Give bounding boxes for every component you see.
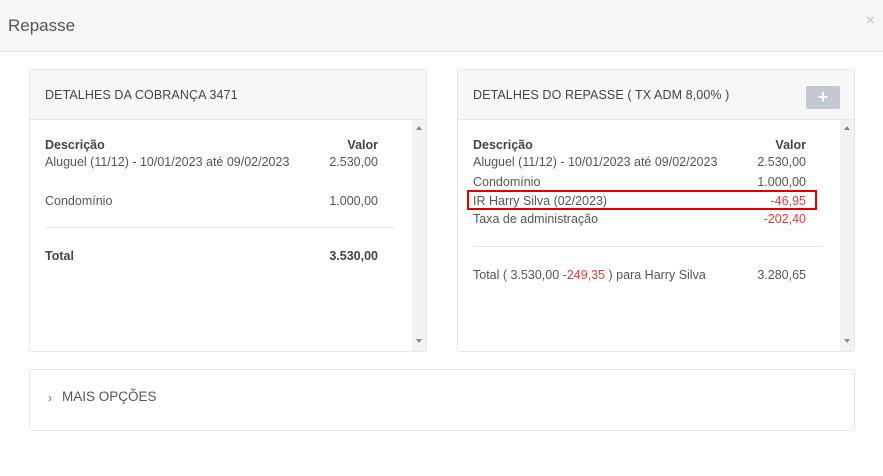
repasse-total-value: 3.280,65 — [757, 268, 806, 282]
cobranca-total-label: Total — [45, 249, 74, 263]
repasse-panel: DETALHES DO REPASSE ( TX ADM 8,00% ) + D… — [457, 69, 855, 352]
scroll-up-icon[interactable] — [416, 126, 422, 130]
col-header-valor: Valor — [347, 138, 378, 152]
repasse-total-suffix: ) para Harry Silva — [605, 268, 706, 282]
scroll-down-icon[interactable] — [844, 339, 850, 343]
repasse-divider — [473, 246, 823, 247]
col-header-descricao: Descrição — [45, 138, 105, 152]
col-header-valor: Valor — [775, 138, 806, 152]
repasse-row-valor: 1.000,00 — [757, 175, 806, 189]
repasse-panel-header: DETALHES DO REPASSE ( TX ADM 8,00% ) + — [458, 70, 854, 120]
modal-header: Repasse × — [0, 0, 883, 52]
repasse-panel-title: DETALHES DO REPASSE ( TX ADM 8,00% ) — [473, 88, 730, 102]
mais-opcoes-panel[interactable]: › MAIS OPÇÕES — [29, 369, 855, 431]
repasse-scrollbar[interactable] — [840, 120, 854, 351]
add-button[interactable]: + — [806, 86, 840, 109]
close-icon[interactable]: × — [866, 12, 875, 30]
repasse-row-desc-taxa: Taxa de administração — [473, 212, 599, 226]
mais-opcoes-label[interactable]: MAIS OPÇÕES — [62, 389, 157, 404]
repasse-total-discount: -249,35 — [562, 268, 606, 282]
cobranca-row-desc: Aluguel (11/12) - 10/01/2023 até 09/02/2… — [45, 155, 290, 169]
cobranca-total-value: 3.530,00 — [329, 249, 378, 263]
cobranca-panel: DETALHES DA COBRANÇA 3471 Descrição Valo… — [29, 69, 427, 352]
repasse-total-label: Total ( 3.530,00 -249,35 ) para Harry Si… — [473, 268, 706, 282]
scroll-down-icon[interactable] — [416, 339, 422, 343]
cobranca-row-valor: 1.000,00 — [329, 194, 378, 208]
highlight-box-ir-row — [467, 190, 817, 210]
repasse-row-valor: 2.530,00 — [757, 155, 806, 169]
modal-title: Repasse — [8, 16, 76, 35]
chevron-right-icon: › — [48, 391, 52, 405]
scroll-up-icon[interactable] — [844, 126, 850, 130]
repasse-row-desc: Aluguel (11/12) - 10/01/2023 até 09/02/2… — [473, 155, 718, 169]
col-header-descricao: Descrição — [473, 138, 533, 152]
repasse-row-desc: Condomínio — [473, 175, 541, 189]
cobranca-row-desc: Condomínio — [45, 194, 113, 208]
repasse-row-valor-taxa: -202,40 — [763, 212, 806, 226]
cobranca-panel-title: DETALHES DA COBRANÇA 3471 — [45, 88, 238, 102]
cobranca-panel-header: DETALHES DA COBRANÇA 3471 — [30, 70, 426, 120]
repasse-total-prefix: Total ( 3.530,00 — [473, 268, 563, 282]
cobranca-divider — [45, 227, 395, 228]
cobranca-scrollbar[interactable] — [412, 120, 426, 351]
cobranca-row-valor: 2.530,00 — [329, 155, 378, 169]
